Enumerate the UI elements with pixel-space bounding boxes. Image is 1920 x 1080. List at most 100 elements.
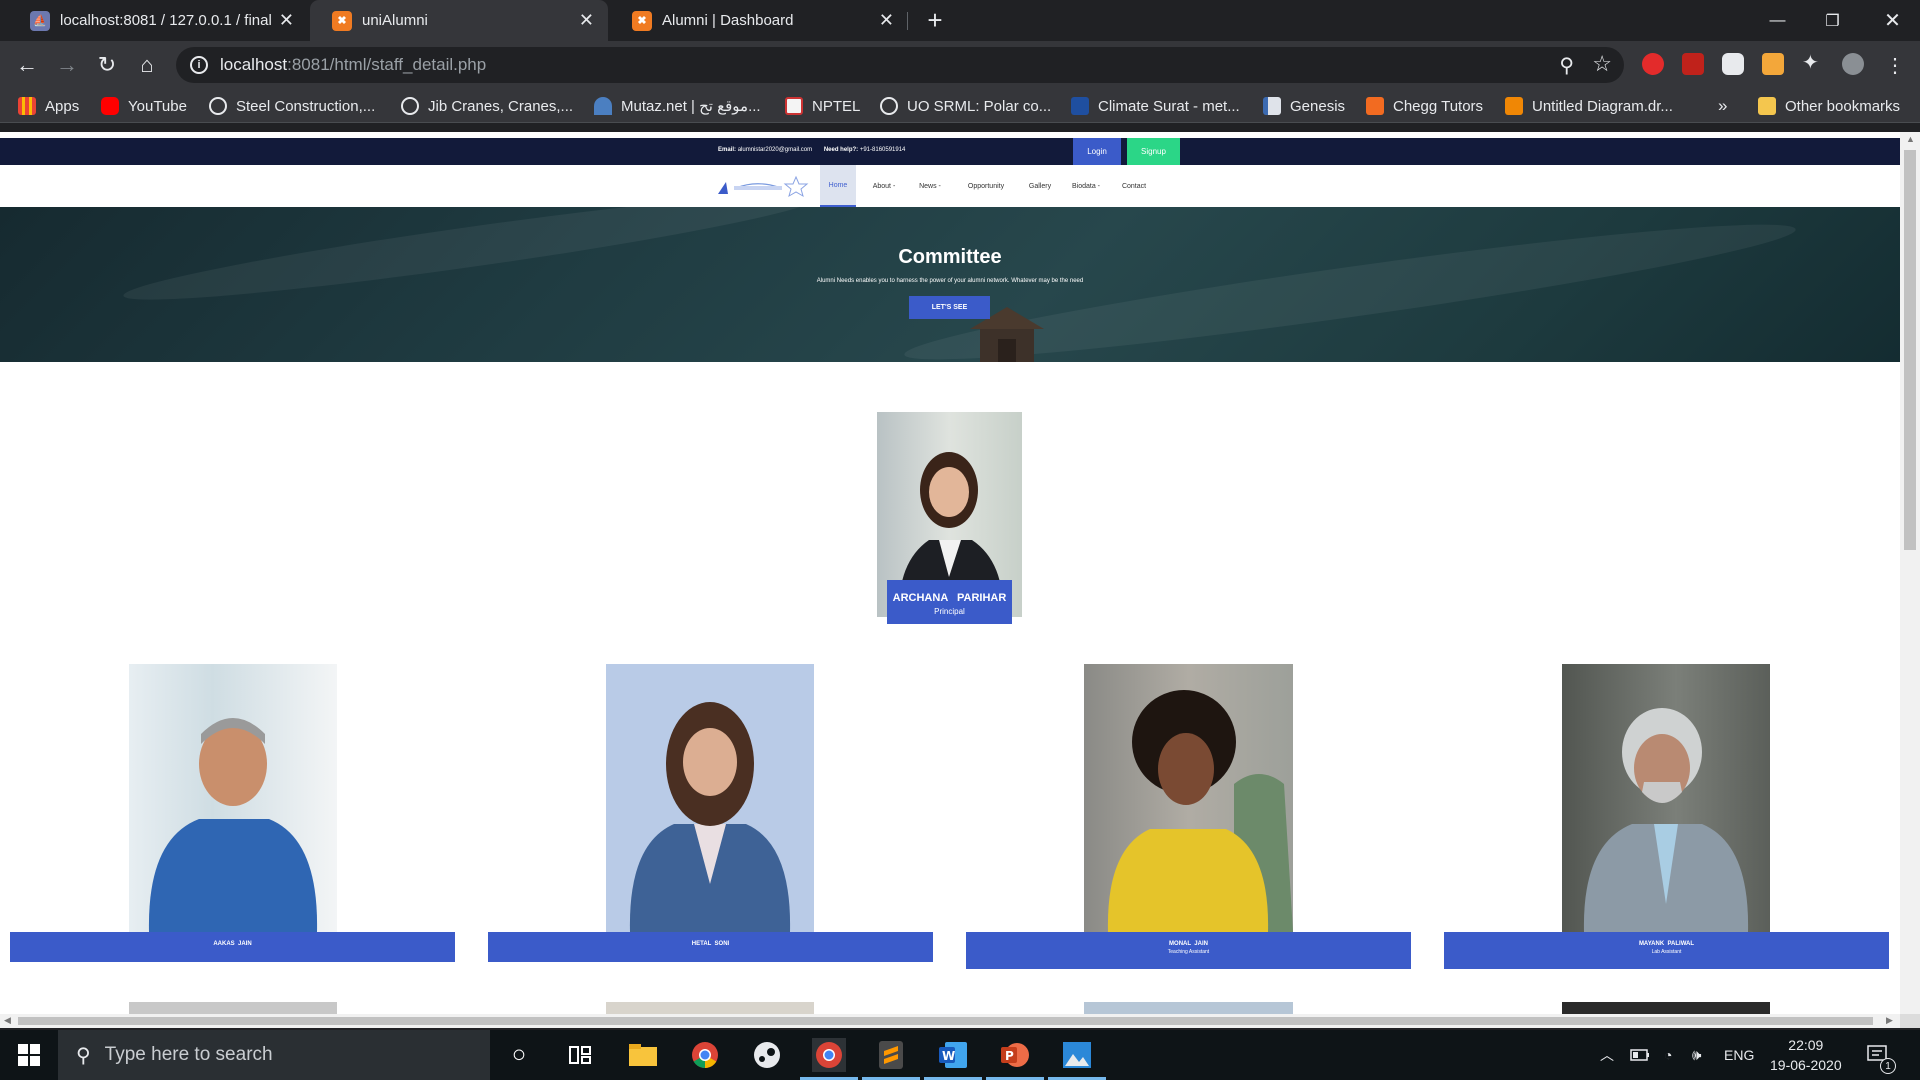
nav-biodata[interactable]: Biodata -	[1066, 165, 1106, 207]
close-tab-icon[interactable]: ✕	[879, 10, 894, 31]
login-button[interactable]: Login	[1073, 138, 1121, 165]
close-tab-icon[interactable]: ✕	[579, 10, 594, 31]
svg-text:W: W	[942, 1049, 955, 1063]
close-window-button[interactable]: ✕	[1865, 0, 1920, 41]
new-tab-button[interactable]: +	[920, 5, 950, 35]
bookmark-genesis[interactable]: Genesis	[1263, 95, 1345, 117]
staff-photo-partial	[1562, 1002, 1770, 1014]
svg-text:P: P	[1005, 1049, 1014, 1063]
hero-banner: Committee Alumni Needs enables you to ha…	[0, 207, 1900, 362]
bookmark-mutaz[interactable]: Mutaz.net | موقع تح...	[594, 95, 761, 117]
tab-phpmyadmin[interactable]: ⛵ localhost:8081 / 127.0.0.1 / final_ ✕	[8, 0, 308, 41]
site-info-icon[interactable]: i	[190, 56, 208, 74]
home-icon[interactable]: ⌂	[132, 50, 162, 80]
other-bookmarks-folder[interactable]: Other bookmarks	[1758, 95, 1900, 117]
site-logo[interactable]	[716, 174, 814, 198]
reload-icon[interactable]: ↻	[92, 50, 122, 80]
wifi-icon[interactable]: ◔	[1664, 1030, 1672, 1080]
profile-avatar[interactable]	[1842, 53, 1864, 75]
photos-icon[interactable]	[1060, 1038, 1094, 1072]
address-bar[interactable]: i localhost:8081/html/staff_detail.php ⚲…	[176, 47, 1624, 83]
nav-opportunity[interactable]: Opportunity	[958, 165, 1014, 207]
zoom-icon[interactable]: ⚲	[1559, 53, 1574, 78]
word-icon[interactable]: W	[936, 1038, 970, 1072]
horizontal-scrollbar[interactable]: ◀ ▶	[0, 1014, 1900, 1028]
restore-button[interactable]: ❐	[1805, 0, 1860, 41]
powerpoint-icon[interactable]: P	[998, 1038, 1032, 1072]
browser-tab-strip: ⛵ localhost:8081 / 127.0.0.1 / final_ ✕ …	[0, 0, 1920, 41]
scroll-up-arrow-icon[interactable]: ▲	[1906, 134, 1915, 144]
staff-caption: AAKAS JAIN	[10, 932, 455, 962]
bookmark-apps[interactable]: Apps	[18, 95, 79, 117]
steam-icon[interactable]	[750, 1038, 784, 1072]
bookmark-jib-cranes[interactable]: Jib Cranes, Cranes,...	[401, 95, 573, 117]
action-center-button[interactable]: 1	[1866, 1030, 1896, 1080]
horizontal-scroll-thumb[interactable]	[18, 1017, 1873, 1025]
staff-photo	[1084, 664, 1293, 932]
bookmark-uo-srml[interactable]: UO SRML: Polar co...	[880, 95, 1051, 117]
close-tab-icon[interactable]: ✕	[279, 10, 294, 31]
meteoblue-icon	[1071, 97, 1089, 115]
chrome-icon[interactable]	[688, 1038, 722, 1072]
site-top-bar: Email: alumnistar2020@gmail.com Need hel…	[0, 138, 1900, 165]
mutaz-icon	[594, 97, 612, 115]
genesis-icon	[1263, 97, 1281, 115]
nav-gallery[interactable]: Gallery	[1024, 165, 1056, 207]
back-arrow-icon[interactable]: ←	[12, 50, 42, 80]
chrome-profile-icon[interactable]	[812, 1038, 846, 1072]
signup-button[interactable]: Signup	[1127, 138, 1180, 165]
bookmarks-overflow-button[interactable]: »	[1718, 95, 1727, 117]
youtube-icon	[101, 97, 119, 115]
xampp-icon: ✖	[632, 10, 652, 31]
bookmark-nptel[interactable]: NPTEL	[785, 95, 860, 117]
bookmarks-bar: Apps YouTube Steel Construction,... Jib …	[0, 89, 1920, 123]
nav-contact[interactable]: Contact	[1114, 165, 1154, 207]
cortana-icon[interactable]: ○	[502, 1038, 536, 1072]
lets-see-button[interactable]: LET'S SEE	[909, 296, 990, 319]
page-viewport: Email: alumnistar2020@gmail.com Need hel…	[0, 132, 1900, 1014]
vertical-scroll-thumb[interactable]	[1904, 150, 1916, 550]
tab-separator	[907, 12, 908, 30]
tab-alumni-dashboard[interactable]: ✖ Alumni | Dashboard ✕	[610, 0, 908, 41]
chegg-icon	[1366, 97, 1384, 115]
forward-arrow-icon[interactable]: →	[52, 50, 82, 80]
staff-name: MAYANK PALIWAL	[1638, 941, 1695, 947]
clock-date: 19-06-2020	[1770, 1057, 1842, 1073]
bookmark-climate-surat[interactable]: Climate Surat - met...	[1071, 95, 1240, 117]
bookmark-steel-construction[interactable]: Steel Construction,...	[209, 95, 375, 117]
volume-icon[interactable]: 🕪	[1692, 1030, 1701, 1080]
wordtune-extension-icon[interactable]	[1762, 53, 1784, 75]
pocket-extension-icon[interactable]	[1722, 53, 1744, 75]
globe-icon	[209, 97, 227, 115]
file-explorer-icon[interactable]	[626, 1038, 660, 1072]
staff-name: HETAL SONI	[691, 941, 730, 947]
bookmark-untitled-diagram[interactable]: Untitled Diagram.dr...	[1505, 95, 1673, 117]
pdf-extension-icon[interactable]	[1682, 53, 1704, 75]
adblock-extension-icon[interactable]	[1642, 53, 1664, 75]
windows-start-button[interactable]	[12, 1038, 46, 1072]
tray-overflow-icon[interactable]: ︿	[1600, 1030, 1614, 1080]
url-text[interactable]: localhost:8081/html/staff_detail.php	[220, 55, 486, 75]
bookmark-star-icon[interactable]: ☆	[1592, 51, 1612, 77]
minimize-button[interactable]: —	[1750, 0, 1805, 41]
sublime-text-icon[interactable]	[874, 1038, 908, 1072]
taskbar-search-box[interactable]: ⚲ Type here to search	[58, 1030, 490, 1080]
person-silhouette	[629, 702, 791, 932]
scrollbar-corner	[1900, 1014, 1920, 1028]
vertical-scrollbar[interactable]: ▲ ▼	[1900, 132, 1920, 1028]
scroll-right-arrow-icon[interactable]: ▶	[1886, 1015, 1893, 1026]
task-view-icon[interactable]	[563, 1038, 597, 1072]
language-indicator[interactable]: ENG	[1724, 1030, 1754, 1080]
nav-news[interactable]: News -	[914, 165, 946, 207]
tab-unialumni[interactable]: ✖ uniAlumni ✕	[310, 0, 608, 41]
nav-home[interactable]: Home	[820, 165, 856, 207]
clock[interactable]: 22:09 19-06-2020	[1770, 1030, 1842, 1080]
bookmark-chegg-tutors[interactable]: Chegg Tutors	[1366, 95, 1483, 117]
browser-menu-icon[interactable]: ⋮	[1880, 50, 1910, 80]
scroll-left-arrow-icon[interactable]: ◀	[4, 1015, 11, 1026]
battery-icon[interactable]	[1630, 1030, 1650, 1080]
extensions-puzzle-icon[interactable]: ✦	[1802, 50, 1824, 74]
bookmark-youtube[interactable]: YouTube	[101, 95, 187, 117]
principal-role: Principal	[934, 607, 965, 616]
nav-about[interactable]: About -	[868, 165, 900, 207]
